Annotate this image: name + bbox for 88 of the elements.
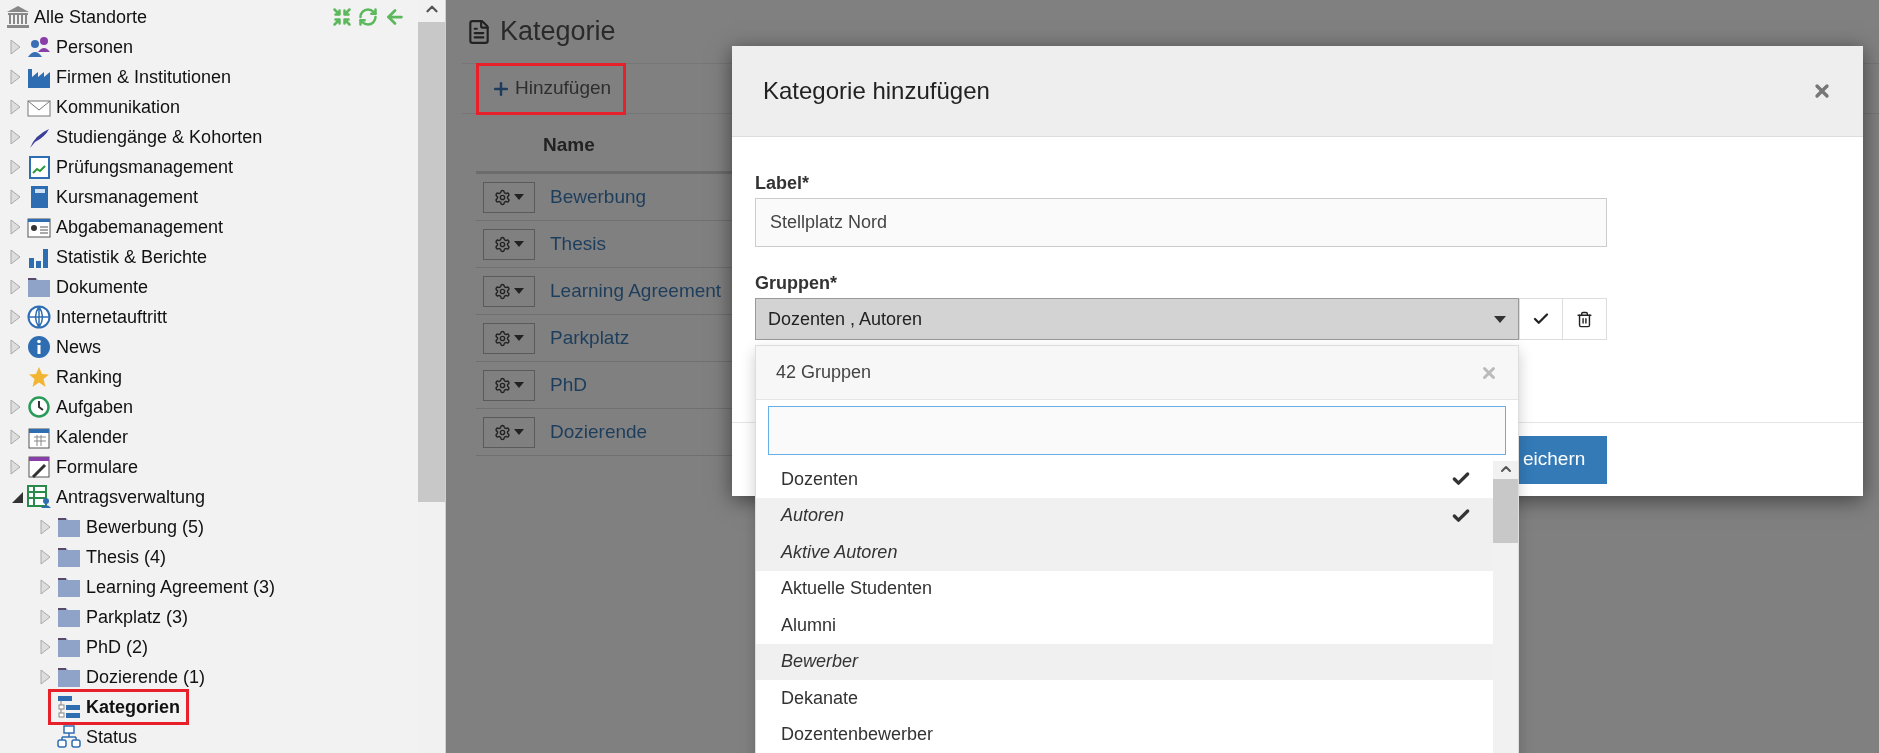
search-field[interactable] [768, 406, 1506, 455]
scrollbar-thumb[interactable] [418, 22, 445, 502]
refresh-icon[interactable] [358, 7, 378, 27]
gear-icon [494, 188, 511, 206]
caret-icon [514, 335, 524, 341]
tree-item[interactable]: News [27, 332, 101, 362]
tree-item[interactable]: Studiengänge & Kohorten [27, 122, 263, 152]
save-button[interactable]: eichern [1519, 435, 1607, 484]
people-icon [27, 35, 51, 59]
spreadsheet-user-icon [27, 485, 51, 509]
groups-select[interactable]: Dozenten , Autoren [755, 298, 1519, 340]
folder-icon [27, 275, 51, 299]
tree-item[interactable]: Firmen & Institutionen [27, 62, 232, 92]
tree-item[interactable]: Dozierende (1) [57, 662, 206, 692]
close-icon[interactable] [1812, 81, 1832, 101]
page-title: Kategorie [500, 15, 616, 49]
label-input[interactable]: Stellplatz Nord [755, 198, 1607, 247]
tree-item[interactable]: Internetauftritt [27, 302, 168, 332]
tree-item[interactable]: Kategorien [51, 692, 187, 722]
tree-root[interactable]: Alle Standorte [6, 3, 148, 31]
tree-item[interactable]: Abgabemanagement [27, 212, 224, 242]
gear-icon [494, 282, 511, 300]
caret-icon [1494, 315, 1506, 323]
clock-icon [27, 395, 51, 419]
form-wand-icon [27, 455, 51, 479]
star-icon [27, 365, 51, 389]
caret-icon [514, 288, 524, 294]
caret-icon [514, 241, 524, 247]
info-icon [27, 335, 51, 359]
gear-icon [494, 423, 511, 441]
caret-icon [514, 382, 524, 388]
tree-item[interactable]: Prüfungsmanagement [27, 152, 234, 182]
row-actions-button[interactable] [483, 322, 535, 354]
tree-item[interactable]: Kommunikation [27, 92, 181, 122]
arrow-left-icon[interactable] [384, 6, 406, 28]
folder-icon [57, 635, 81, 659]
folder-icon [57, 665, 81, 689]
row-actions-button[interactable] [483, 369, 535, 401]
tree-item[interactable]: Kalender [27, 422, 129, 452]
tree-item[interactable]: Dokumente [27, 272, 149, 302]
tree-item[interactable]: PhD (2) [57, 632, 148, 662]
trash-icon [1576, 310, 1593, 328]
group-option[interactable]: Autoren [756, 497, 1493, 534]
tree-item[interactable]: Antragsverwaltung [27, 482, 206, 512]
building-columns-icon [6, 5, 30, 29]
tree-item[interactable]: Formulare [27, 452, 139, 482]
row-actions-button[interactable] [483, 228, 535, 260]
flowchart-icon [57, 725, 81, 749]
category-tree-icon [57, 695, 81, 719]
gear-icon [494, 235, 511, 253]
scrollbar-thumb[interactable] [1493, 479, 1518, 543]
gear-icon [494, 329, 511, 347]
dropdown-count: 42 Gruppen [776, 361, 872, 384]
group-option[interactable]: Bewerber [756, 643, 1493, 680]
tree-item[interactable]: Aufgaben [27, 392, 134, 422]
tree-item[interactable]: Statistik & Berichte [27, 242, 208, 272]
modal-title: Kategorie hinzufügen [763, 76, 990, 106]
field-label: Label* [755, 172, 811, 194]
folder-icon [57, 545, 81, 569]
confirm-button[interactable] [1519, 298, 1563, 340]
row-actions-button[interactable] [483, 181, 535, 213]
tree-item[interactable]: Personen [27, 32, 134, 62]
caret-icon [514, 429, 524, 435]
row-actions-button[interactable] [483, 416, 535, 448]
tree-item[interactable]: Parkplatz (3) [57, 602, 189, 632]
group-option[interactable]: Aktive Autoren [756, 534, 1493, 571]
folder-icon [57, 575, 81, 599]
id-card-icon [27, 215, 51, 239]
gear-icon [494, 376, 511, 394]
row-actions-button[interactable] [483, 275, 535, 307]
tree-item[interactable]: Learning Agreement (3) [57, 572, 276, 602]
tree-item[interactable]: Ranking [27, 362, 123, 392]
tree-item[interactable]: Status [57, 722, 138, 752]
tree-item[interactable]: Thesis (4) [57, 542, 166, 572]
expander-icon[interactable] [10, 490, 24, 504]
tree-item[interactable]: Kursmanagement [27, 182, 199, 212]
tree-item[interactable]: Bewerbung (5) [57, 512, 205, 542]
field-label: Gruppen* [755, 272, 838, 294]
folder-icon [57, 605, 81, 629]
calendar-icon [27, 425, 51, 449]
column-header: Name [543, 132, 595, 157]
caret-icon [514, 194, 524, 200]
folder-icon [57, 515, 81, 539]
delete-button[interactable] [1563, 298, 1607, 340]
collapse-icon[interactable] [332, 7, 352, 27]
document-icon [466, 18, 492, 45]
report-icon [27, 155, 51, 179]
globe-icon [27, 305, 51, 329]
